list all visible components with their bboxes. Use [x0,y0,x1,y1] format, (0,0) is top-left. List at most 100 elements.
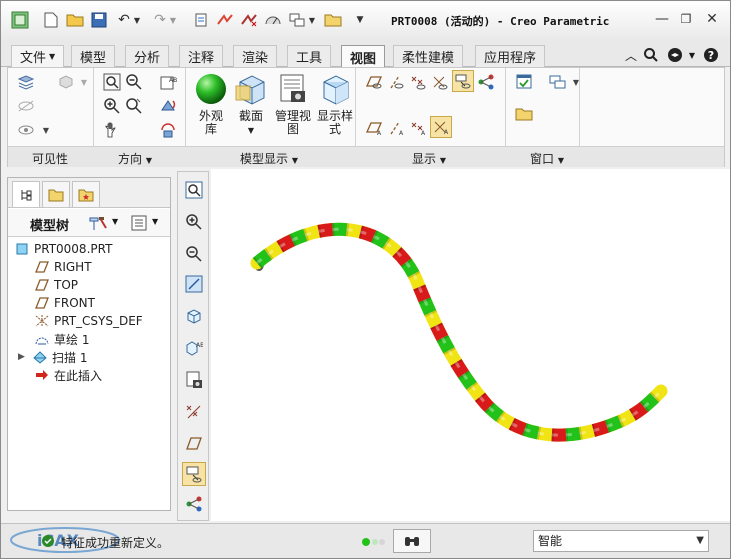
zoom-in-view-icon[interactable] [182,210,206,234]
tab-render[interactable]: 渲染 [233,45,278,67]
plane-tag-display-icon[interactable]: A [364,118,384,138]
find-button[interactable] [393,529,431,553]
switch-window-dropdown-icon[interactable]: ▼ [307,10,317,30]
tree-item-part[interactable]: PRT0008.PRT [14,240,112,258]
community-dropdown-icon[interactable]: ▼ [682,45,702,65]
section-button[interactable]: 截面 ▼ [230,72,272,144]
folder-browser-tab[interactable] [42,181,70,207]
close-window-ribbon-icon[interactable] [514,104,534,124]
axis-tag-display-icon[interactable]: A [386,118,406,138]
close-icon[interactable]: ✕ [701,9,723,29]
restore-icon[interactable]: ❐ [675,9,697,29]
minimize-ribbon-icon[interactable]: ︿ [621,45,641,65]
favorites-tab[interactable] [72,181,100,207]
csys-tag-display-icon[interactable]: A [430,116,452,138]
group-display: A A A A [356,68,506,146]
refit-icon[interactable] [102,72,122,92]
customize-toolbar-icon[interactable]: ▼ [353,10,367,30]
pan-icon[interactable] [102,120,122,140]
annotation-display-icon[interactable] [452,70,474,92]
group-display-label-text: 显示 [412,152,437,166]
manage-views-button[interactable]: 管理视 图 [272,72,314,144]
csys-display-icon[interactable] [430,72,450,92]
model-tree-tab[interactable] [12,181,40,207]
spin-center-display-icon[interactable] [476,72,496,92]
axis-display-icon[interactable] [386,72,406,92]
saved-orientations-icon[interactable]: AB [158,72,178,92]
hide-icon[interactable] [16,96,36,116]
undo-dropdown-icon[interactable]: ▼ [132,10,142,30]
tree-item-right[interactable]: RIGHT [34,258,92,276]
status-dropdown-icon[interactable]: ▼ [74,72,94,92]
display-style-button[interactable]: 显示样 式 [314,72,356,144]
show-dropdown-icon[interactable]: ▼ [36,120,56,140]
display-icon[interactable] [263,10,283,30]
zoom-out-icon[interactable] [124,72,144,92]
save-icon[interactable] [89,10,109,30]
tab-flexible-modeling[interactable]: 柔性建模 [393,45,464,67]
minimize-icon[interactable]: — [651,9,673,29]
spin-center-view-icon[interactable] [182,492,206,516]
open-file-icon[interactable] [65,10,85,30]
undo-icon[interactable]: ↶ [114,10,134,30]
windows-icon[interactable] [215,10,235,30]
refit-view-icon[interactable] [182,178,206,202]
tree-item-top[interactable]: TOP [34,276,78,294]
show-list-dropdown-icon[interactable]: ▼ [152,217,158,226]
tab-flexible-modeling-label: 柔性建模 [402,51,455,66]
show-icon[interactable] [16,120,36,140]
group-display-label[interactable]: 显示 ▼ [412,150,446,167]
tree-item-insert-here[interactable]: 在此插入 [34,366,102,384]
zoom-out-view-icon[interactable] [182,242,206,266]
folder-icon[interactable] [323,10,343,30]
tab-file[interactable]: 文件 ▼ [11,45,65,67]
close-window-icon[interactable] [239,10,259,30]
regenerate-icon[interactable] [191,10,211,30]
windows-switch-icon[interactable] [548,72,568,92]
activate-window-icon[interactable] [514,72,534,92]
datum-display-filters-icon[interactable] [182,400,206,424]
expand-arrow-icon[interactable]: ▶ [18,352,32,362]
tab-tools[interactable]: 工具 [287,45,332,67]
tab-view[interactable]: 视图 [341,45,386,68]
selection-filter-select[interactable]: 智能 ▼ [533,530,709,552]
layers-icon[interactable] [16,72,36,92]
tab-annotate[interactable]: 注释 [179,45,224,67]
switch-window-icon[interactable] [287,10,307,30]
tree-item-front[interactable]: FRONT [34,294,95,312]
view-manager-icon[interactable] [182,368,206,392]
plane-display-icon[interactable] [364,72,384,92]
new-file-icon[interactable] [41,10,61,30]
group-model-display-label[interactable]: 模型显示 ▼ [240,150,298,167]
tree-settings-icon[interactable] [88,214,108,232]
plane-display-view-icon[interactable] [182,432,206,456]
appearance-gallery-button[interactable]: 外观 库 [190,72,232,144]
search-icon[interactable] [641,45,661,65]
zoom-in-icon[interactable] [102,96,122,116]
windows-switch-dropdown-icon[interactable]: ▼ [566,72,586,92]
show-list-icon[interactable] [130,214,148,232]
tab-model[interactable]: 模型 [71,45,116,67]
tab-analysis[interactable]: 分析 [125,45,170,67]
redo-dropdown-icon[interactable]: ▼ [168,10,178,30]
group-window-label[interactable]: 窗口 ▼ [530,150,564,167]
help-icon[interactable]: ? [701,45,721,65]
tree-item-csys[interactable]: PRT_CSYS_DEF [34,312,143,330]
redo-icon[interactable]: ↷ [150,10,170,30]
tree-item-sweep[interactable]: ▶ 扫描 1 [18,348,87,366]
point-tag-display-icon[interactable]: A [408,118,428,138]
graphics-window[interactable] [211,169,730,521]
reorient-icon[interactable] [158,96,178,116]
display-style-view-icon[interactable] [182,304,206,328]
tree-item-sketch[interactable]: 草绘 1 [34,330,89,348]
repaint-icon[interactable] [182,272,206,296]
annotation-display-view-icon[interactable] [182,462,206,486]
point-display-icon[interactable] [408,72,428,92]
spin-center-icon[interactable] [158,120,178,140]
saved-orientations-view-icon[interactable]: AB [182,336,206,360]
zoom-window-icon[interactable] [124,96,144,116]
tree-settings-dropdown-icon[interactable]: ▼ [112,217,118,226]
tab-applications[interactable]: 应用程序 [475,45,546,67]
status-icon[interactable] [56,72,76,92]
group-orientation-label[interactable]: 方向 ▼ [118,150,152,167]
